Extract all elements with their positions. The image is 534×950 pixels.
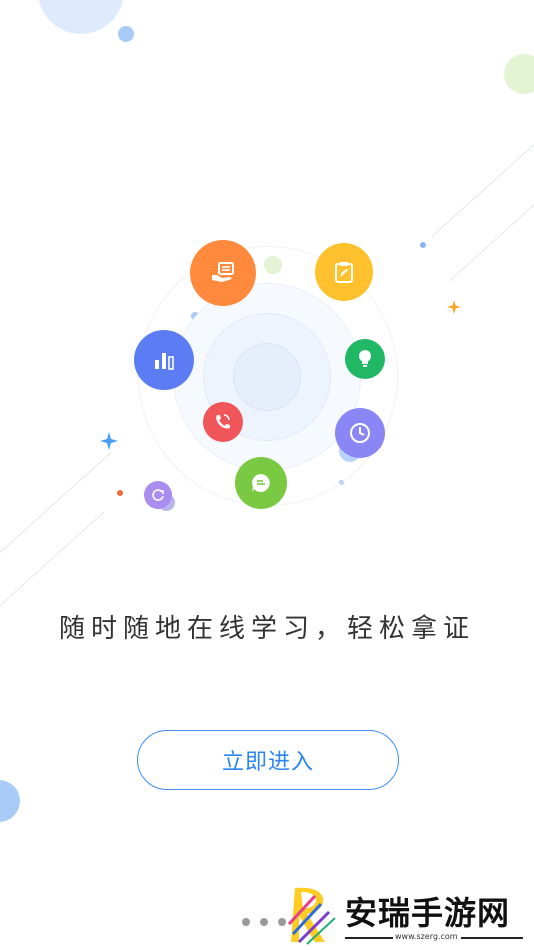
particle: [117, 490, 123, 496]
decor-line: [431, 129, 534, 237]
watermark-rule: [345, 937, 393, 939]
watermark-url: www.szerg.com: [395, 932, 458, 941]
decor-circle-top: [38, 0, 124, 34]
lightbulb-icon: [345, 339, 385, 379]
decor-line: [0, 511, 105, 606]
particle: [420, 242, 426, 248]
bar-chart-icon: [134, 330, 194, 390]
watermark-rule: [461, 937, 523, 939]
site-watermark: 安瑞手游网 www.szerg.com: [285, 884, 534, 946]
refresh-icon: [144, 481, 172, 509]
sparkle-icon: [100, 432, 118, 450]
watermark-text: 安瑞手游网: [345, 894, 511, 932]
page-dot[interactable]: [260, 918, 268, 926]
core-ring: [233, 343, 301, 411]
clipboard-edit-icon: [315, 243, 373, 301]
tagline: 随时随地在线学习，轻松拿证: [58, 614, 475, 644]
decor-line: [449, 193, 534, 281]
page-dot[interactable]: [242, 918, 250, 926]
certificate-hand-icon: [190, 240, 256, 306]
clock-icon: [335, 408, 385, 458]
chat-message-icon: [235, 457, 287, 509]
decor-circle-green: [504, 54, 534, 94]
page-indicator: [242, 918, 286, 926]
decor-dot-blue: [118, 26, 134, 42]
enter-now-button[interactable]: 立即进入: [137, 730, 399, 790]
sparkle-icon: [447, 300, 461, 314]
watermark-logo: [287, 887, 336, 945]
decor-circle-left: [0, 780, 20, 822]
decor-line: [0, 451, 112, 553]
phone-callback-icon: [203, 402, 243, 442]
